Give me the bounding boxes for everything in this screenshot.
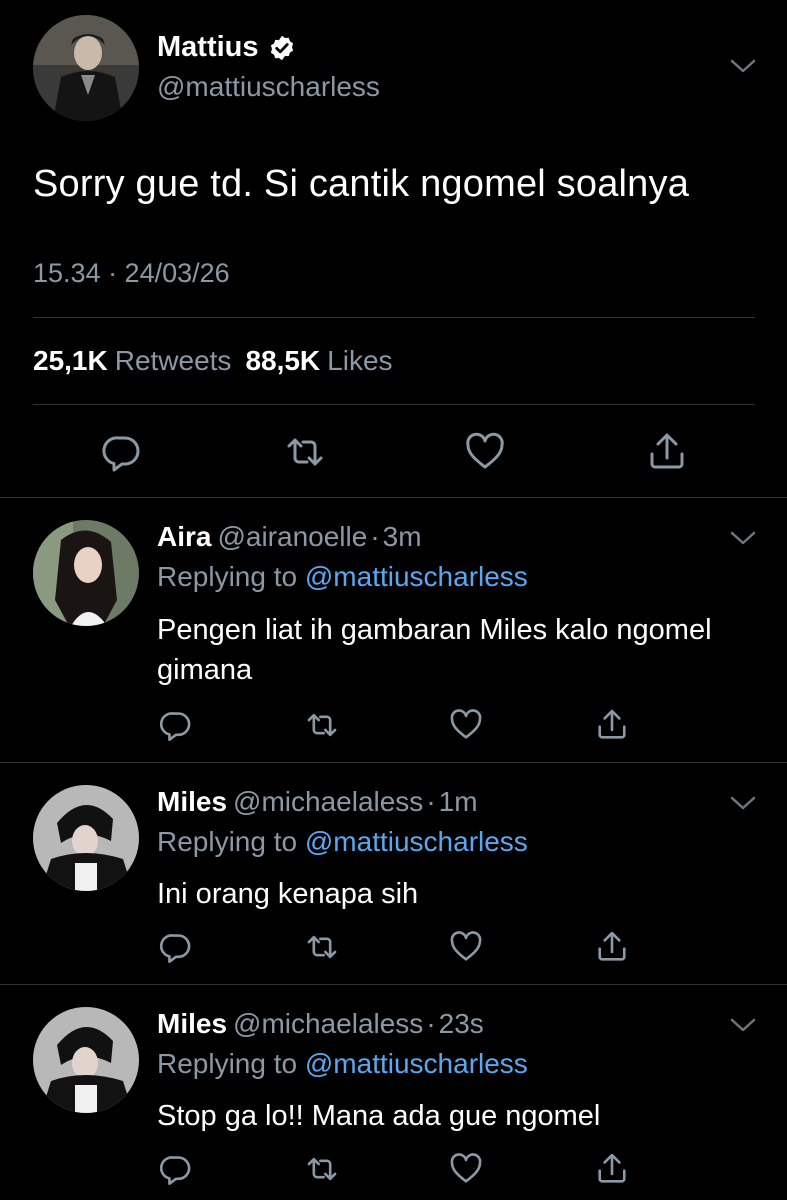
- likes-count[interactable]: 88,5K: [245, 345, 320, 377]
- divider: [33, 317, 755, 318]
- replying-to: Replying to @mattiuscharless: [157, 1048, 528, 1080]
- reply-header: Miles @michaelaless · 1m: [157, 786, 478, 818]
- author-name[interactable]: Mattius: [157, 31, 296, 64]
- separator-dot: ·: [426, 786, 436, 817]
- replying-to: Replying to @mattiuscharless: [157, 826, 528, 858]
- share-icon[interactable]: [594, 707, 630, 743]
- likes-label[interactable]: Likes: [327, 345, 392, 377]
- reply-time[interactable]: 1m: [439, 786, 478, 817]
- retweets-label[interactable]: Retweets: [115, 345, 232, 377]
- main-tweet: Mattius @mattiuscharless Sorry gue td. S…: [0, 0, 787, 497]
- reply-icon[interactable]: [158, 707, 194, 743]
- chevron-down-icon[interactable]: [728, 1015, 758, 1035]
- replying-to: Replying to @mattiuscharless: [157, 561, 528, 593]
- reply-avatar[interactable]: [33, 1007, 139, 1113]
- replying-mention-link[interactable]: @mattiuscharless: [305, 561, 528, 592]
- chevron-down-icon[interactable]: [728, 793, 758, 813]
- tweet-stats: 25,1K Retweets 88,5K Likes: [33, 345, 407, 377]
- author-name-text[interactable]: Mattius: [157, 31, 259, 64]
- verified-badge-icon: [268, 34, 296, 62]
- reply-text: Ini orang kenapa sih: [157, 878, 419, 910]
- replying-prefix: Replying to: [157, 826, 298, 857]
- chevron-down-icon[interactable]: [728, 56, 758, 76]
- reply-author-handle[interactable]: @michaelaless: [233, 786, 423, 817]
- reply-header: Miles @michaelaless · 23s: [157, 1008, 484, 1040]
- reply-author-name[interactable]: Miles: [157, 786, 227, 817]
- replying-prefix: Replying to: [157, 1048, 298, 1079]
- reply-icon[interactable]: [158, 929, 194, 965]
- reply-author-handle[interactable]: @airanoelle: [217, 521, 367, 552]
- reply-time[interactable]: 23s: [439, 1008, 484, 1039]
- reply-author-name[interactable]: Aira: [157, 521, 211, 552]
- reply-tweet[interactable]: Aira @airanoelle · 3m Replying to @mattiusc…: [0, 498, 787, 761]
- retweets-count[interactable]: 25,1K: [33, 345, 108, 377]
- replying-mention-link[interactable]: @mattiuscharless: [305, 1048, 528, 1079]
- like-icon[interactable]: [448, 707, 484, 743]
- reply-avatar[interactable]: [33, 520, 139, 626]
- like-icon[interactable]: [448, 929, 484, 965]
- share-icon[interactable]: [645, 430, 689, 474]
- divider: [33, 404, 755, 405]
- like-icon[interactable]: [463, 430, 507, 474]
- reply-text: Pengen liat ih gambaran Miles kalo ngome…: [157, 614, 712, 686]
- reply-author-name[interactable]: Miles: [157, 1008, 227, 1039]
- reply-author-handle[interactable]: @michaelaless: [233, 1008, 423, 1039]
- reply-header: Aira @airanoelle · 3m: [157, 521, 422, 553]
- tweet-timestamp[interactable]: 15.34 · 24/03/26: [33, 258, 230, 289]
- reply-tweet[interactable]: Miles @michaelaless · 1m Replying to @matti…: [0, 763, 787, 983]
- separator-dot: ·: [370, 521, 380, 552]
- chevron-down-icon[interactable]: [728, 528, 758, 548]
- reply-avatar[interactable]: [33, 785, 139, 891]
- retweet-icon[interactable]: [304, 929, 340, 965]
- share-icon[interactable]: [594, 929, 630, 965]
- retweet-icon[interactable]: [304, 707, 340, 743]
- tweet-text: Sorry gue td. Si cantik ngomel soalnya: [33, 163, 690, 205]
- reply-time[interactable]: 3m: [383, 521, 422, 552]
- author-avatar[interactable]: [33, 15, 139, 121]
- reply-tweet[interactable]: Miles @michaelaless · 23s Replying to @matt…: [0, 985, 787, 1200]
- share-icon[interactable]: [594, 1151, 630, 1187]
- reply-icon[interactable]: [100, 430, 144, 474]
- retweet-icon[interactable]: [304, 1151, 340, 1187]
- reply-text: Stop ga lo!! Mana ada gue ngomel: [157, 1100, 601, 1132]
- separator-dot: ·: [426, 1008, 436, 1039]
- retweet-icon[interactable]: [283, 430, 327, 474]
- like-icon[interactable]: [448, 1151, 484, 1187]
- author-handle[interactable]: @mattiuscharless: [157, 71, 380, 103]
- reply-icon[interactable]: [158, 1151, 194, 1187]
- replying-mention-link[interactable]: @mattiuscharless: [305, 826, 528, 857]
- replying-prefix: Replying to: [157, 561, 298, 592]
